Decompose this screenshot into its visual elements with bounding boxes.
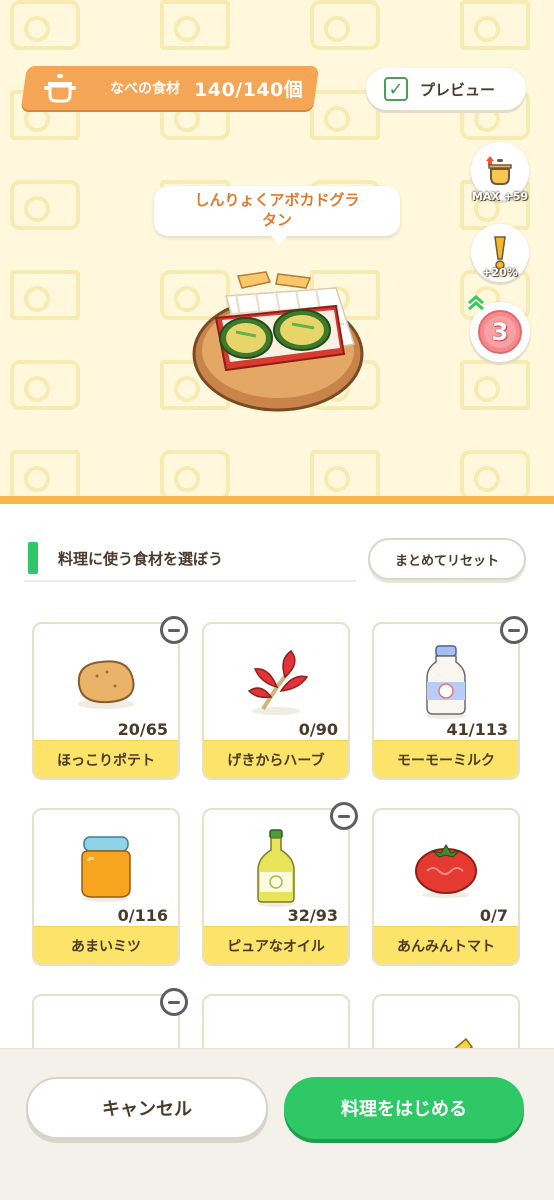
reset-all-button[interactable]: まとめてリセット: [368, 538, 526, 580]
dish-name-line2: タン: [261, 211, 292, 229]
ingredient-name: あまいミツ: [34, 926, 178, 964]
section-underline: [24, 580, 356, 582]
ingredient-card-honey[interactable]: 0/116 あまいミツ: [32, 808, 180, 966]
bonus-caption: +20%: [482, 266, 518, 279]
ingredient-count: 0/90: [298, 720, 338, 739]
minus-icon[interactable]: [160, 616, 188, 644]
section-accent-bar: [28, 542, 38, 574]
ingredient-count: 0/7: [479, 906, 508, 925]
ingredient-name: ほっこりポテト: [34, 740, 178, 778]
ingredient-count: 0/116: [117, 906, 168, 925]
footer-bar: キャンセル 料理をはじめる: [0, 1048, 554, 1200]
ingredient-name: あんみんトマト: [374, 926, 518, 964]
ingredient-card-oil[interactable]: 32/93 ピュアなオイル: [202, 808, 350, 966]
pot-upgrade-caption: MAX +59: [471, 190, 529, 203]
ingredient-selection-panel: 料理に使う食材を選ぼう まとめてリセット 20/65 ほっこりポテト 0/90 …: [0, 504, 554, 1048]
pot-label: なべの食材: [110, 81, 180, 97]
minus-icon[interactable]: [500, 616, 528, 644]
minus-icon[interactable]: [330, 802, 358, 830]
ingredient-card-corn[interactable]: [372, 994, 520, 1048]
checkbox-checked-icon[interactable]: ✓: [384, 77, 408, 101]
potato-icon: [77, 660, 135, 709]
dish-name-bubble: しんりょくアボカドグラ タン: [154, 186, 400, 245]
dish-name-line1: しんりょくアボカドグラ: [194, 191, 360, 209]
honey-icon: [81, 836, 131, 902]
ingredient-card-potato[interactable]: 20/65 ほっこりポテト: [32, 622, 180, 780]
ingredient-count: 41/113: [446, 720, 508, 739]
ingredient-count: 20/65: [117, 720, 168, 739]
pot-count: 140/140個: [194, 78, 304, 101]
ingredient-name: げきからハーブ: [204, 740, 348, 778]
avocado-gratin-dish-icon: [192, 271, 364, 412]
cancel-button[interactable]: キャンセル: [26, 1077, 268, 1139]
milk-icon: [426, 645, 466, 719]
pot-icon: [32, 69, 88, 107]
pot-capacity-indicator: なべの食材 140/140個: [20, 66, 320, 110]
herb-icon: [247, 650, 309, 715]
ingredient-card-herb[interactable]: 0/90 げきからハーブ: [202, 622, 350, 780]
ingredient-card-pumpkin[interactable]: [32, 994, 180, 1048]
minus-icon[interactable]: [160, 988, 188, 1016]
ingredient-card-egg[interactable]: [202, 994, 350, 1048]
dish-preview-area: なべの食材 140/140個 ✓ プレビュー MAX +59 +20% 3 しん…: [0, 0, 554, 498]
ingredient-name: モーモーミルク: [374, 740, 518, 778]
section-header: 料理に使う食材を選ぼう: [28, 538, 223, 578]
corn-icon: [454, 1037, 474, 1048]
ingredient-name: ピュアなオイル: [204, 926, 348, 964]
ingredient-card-tomato[interactable]: 0/7 あんみんトマト: [372, 808, 520, 966]
level-up-arrows-icon: [468, 295, 484, 311]
preview-toggle-button[interactable]: ✓ プレビュー: [366, 68, 526, 110]
section-title: 料理に使う食材を選ぼう: [58, 549, 224, 568]
oil-icon: [257, 829, 295, 907]
ingredient-card-milk[interactable]: 41/113 モーモーミルク: [372, 622, 520, 780]
ingredient-count: 32/93: [287, 906, 338, 925]
start-cooking-button[interactable]: 料理をはじめる: [284, 1077, 524, 1139]
preview-label: プレビュー: [420, 80, 496, 99]
tomato-icon: [415, 844, 477, 898]
pot-upgrade-icon: [486, 156, 512, 185]
level-number: 3: [491, 318, 509, 346]
section-divider: [0, 496, 554, 504]
